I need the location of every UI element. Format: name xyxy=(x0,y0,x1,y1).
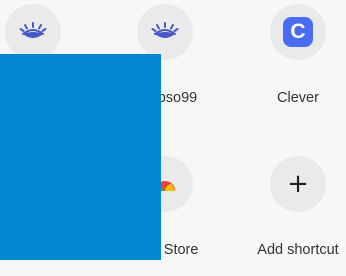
clever-logo-icon: C xyxy=(283,17,313,47)
add-shortcut-button[interactable]: + xyxy=(270,156,326,212)
blue-overlay-panel xyxy=(0,54,161,260)
shortcut-icon-circle: C xyxy=(270,4,326,60)
add-shortcut-tile[interactable]: + Add shortcut xyxy=(243,156,346,276)
shortcut-icon-circle xyxy=(5,4,61,60)
shortcut-tile-clever[interactable]: C Clever xyxy=(243,4,346,124)
eye-icon xyxy=(151,22,179,38)
shortcut-icon-circle xyxy=(137,4,193,60)
shortcut-label: Add shortcut xyxy=(257,242,339,258)
shortcut-label: Clever xyxy=(277,90,319,106)
plus-icon: + xyxy=(287,169,309,199)
eye-icon xyxy=(19,22,47,38)
